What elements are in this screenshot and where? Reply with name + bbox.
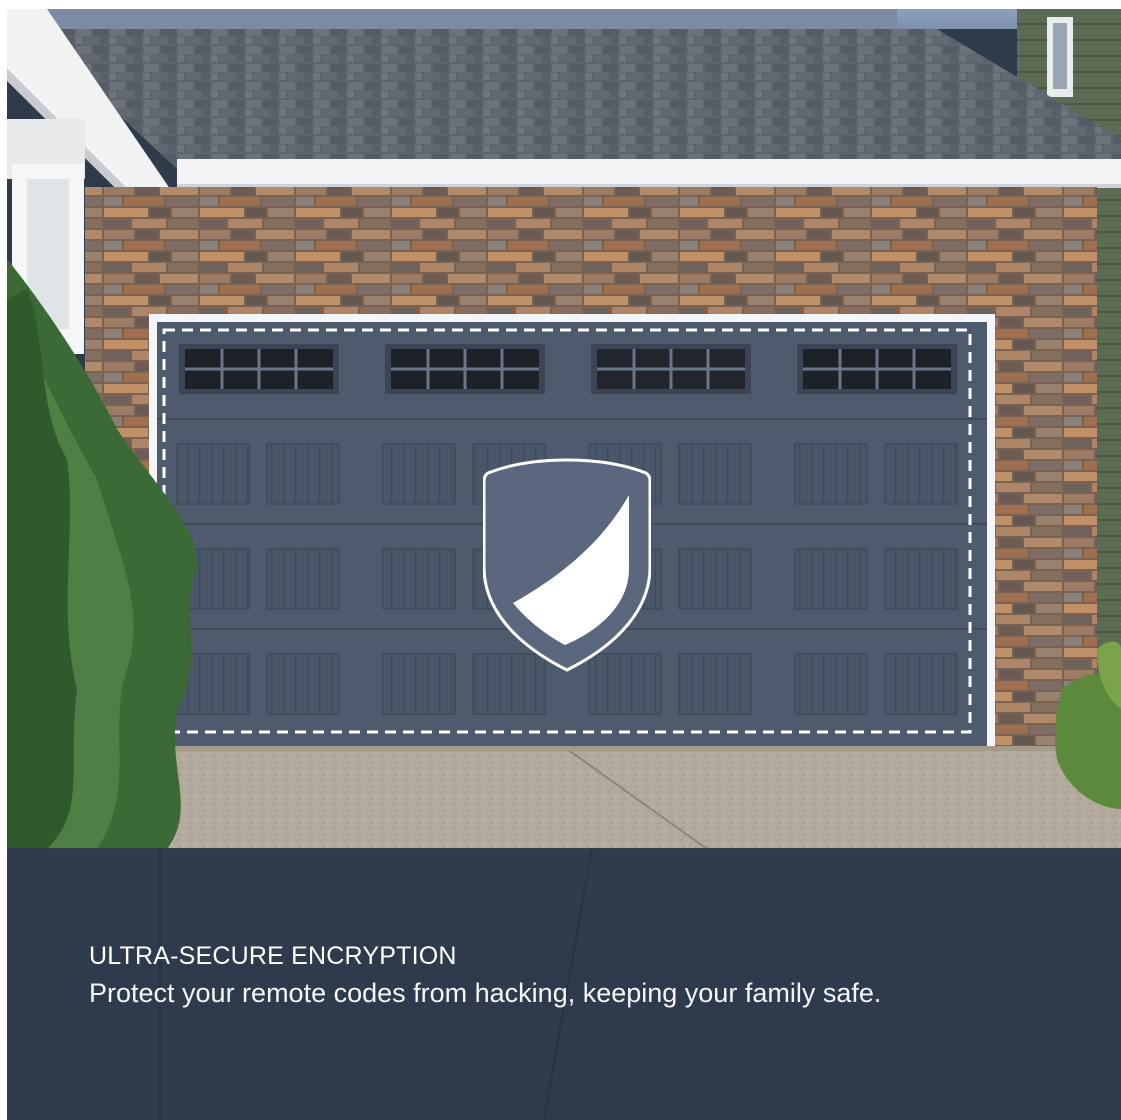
feature-description: Protect your remote codes from hacking, …: [89, 978, 882, 1008]
feature-caption: ULTRA-SECURE ENCRYPTION Protect your rem…: [89, 940, 881, 1012]
shield-icon: [483, 458, 651, 672]
garage-photo: [7, 9, 1121, 849]
feature-headline: ULTRA-SECURE ENCRYPTION: [89, 942, 457, 970]
